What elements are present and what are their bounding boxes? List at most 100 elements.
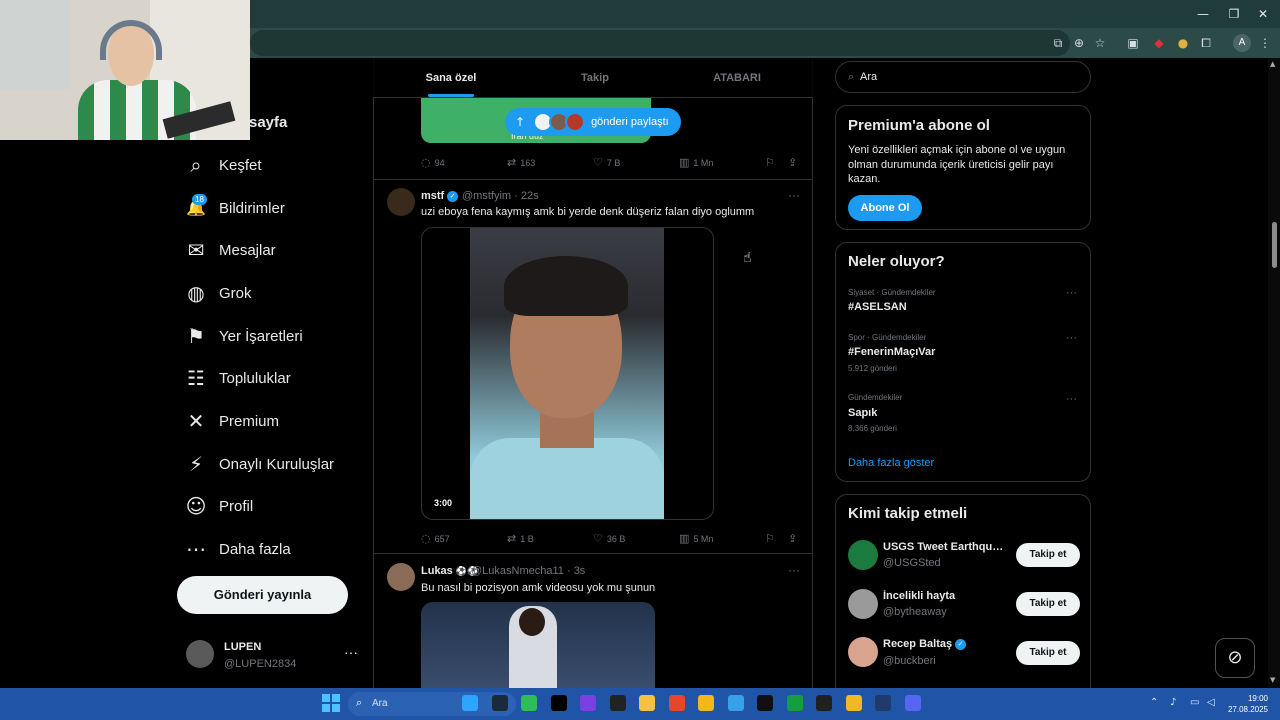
follow-button[interactable]: Takip et: [1016, 543, 1080, 567]
nav-item-more[interactable]: ⋯ Daha fazla: [184, 531, 291, 567]
share-button[interactable]: ⇪: [788, 532, 797, 545]
nav-item-grok[interactable]: ◍ Grok: [184, 275, 251, 311]
taskbar-app-icon[interactable]: [639, 695, 655, 711]
trend-more-icon[interactable]: ···: [1066, 287, 1077, 299]
tweet-author-name[interactable]: mstf ✓: [421, 190, 459, 202]
like-button[interactable]: ♡ 36 B: [593, 532, 625, 545]
taskbar-app-icon[interactable]: [845, 695, 862, 711]
nav-home-label[interactable]: sayfa: [249, 114, 287, 131]
views-button[interactable]: ▥ 1 Mn: [679, 156, 713, 169]
bookmark-button[interactable]: ⚐: [765, 156, 775, 169]
tab-atabari[interactable]: ATABARI: [699, 58, 775, 98]
suggested-user-name[interactable]: Recep Baltaş ✓: [883, 638, 1009, 650]
trend-more-icon[interactable]: ···: [1066, 332, 1077, 344]
nav-item-premium[interactable]: ✕ Premium: [184, 403, 279, 439]
nav-item-verified-orgs[interactable]: ⚡ Onaylı Kuruluşlar: [184, 446, 334, 482]
handle-text: @LukasNmecha11: [471, 565, 564, 577]
views-button[interactable]: ▥ 5 Mn: [679, 532, 713, 545]
account-switcher[interactable]: LUPEN @LUPEN2834 ···: [186, 640, 366, 672]
browser-profile-avatar[interactable]: A: [1233, 34, 1251, 52]
show-more-link[interactable]: Daha fazla göster: [848, 457, 934, 469]
reply-button[interactable]: ◌ 657: [421, 532, 450, 545]
suggested-user-name[interactable]: İncelikli hayta: [883, 590, 1009, 602]
network-icon[interactable]: ▭: [1190, 697, 1199, 708]
avatar[interactable]: [848, 540, 878, 570]
more-icon[interactable]: ···: [344, 644, 358, 660]
address-bar[interactable]: [250, 30, 1070, 56]
subscribe-button[interactable]: Abone Ol: [848, 195, 922, 221]
scrollbar-thumb[interactable]: [1272, 222, 1277, 268]
chevron-up-icon[interactable]: ⌃: [1150, 697, 1158, 708]
tweet-author-handle[interactable]: @mstfyim · 22s: [462, 190, 539, 202]
follow-button[interactable]: Takip et: [1016, 592, 1080, 616]
taskbar-app-icon[interactable]: [609, 695, 626, 711]
shield-icon[interactable]: ◆: [1150, 34, 1168, 52]
tab-following[interactable]: Takip: [557, 58, 633, 98]
follow-button[interactable]: Takip et: [1016, 641, 1080, 665]
volume-icon[interactable]: ◁: [1207, 697, 1215, 708]
taskbar-date[interactable]: 27.08.2025: [1222, 705, 1268, 714]
windows-start-icon[interactable]: [322, 694, 340, 712]
close-window-button[interactable]: ✕: [1246, 4, 1280, 24]
scroll-up-icon[interactable]: ▲: [1270, 60, 1275, 68]
taskbar-app-icon[interactable]: [698, 695, 714, 711]
taskbar-app-icon[interactable]: [727, 695, 744, 711]
tab-for-you[interactable]: Sana özel: [413, 58, 489, 98]
nav-item-messages[interactable]: ✉ Mesajlar: [184, 232, 276, 268]
taskbar-app-icon[interactable]: [550, 695, 567, 711]
taskbar-app-icon[interactable]: [580, 695, 596, 711]
share-button[interactable]: ⇪: [788, 156, 797, 169]
retweet-button[interactable]: ⇄ 1 B: [507, 532, 534, 545]
like-button[interactable]: ♡ 7 B: [593, 156, 620, 169]
reply-button[interactable]: ◌ 94: [421, 156, 445, 169]
taskbar-app-icon[interactable]: [491, 695, 508, 711]
tweet-more-icon[interactable]: ···: [788, 563, 800, 577]
trend-more-icon[interactable]: ···: [1066, 393, 1077, 405]
grok-float-button[interactable]: ⊘: [1215, 638, 1255, 678]
avatar[interactable]: [848, 589, 878, 619]
microphone-icon[interactable]: ♪: [1170, 697, 1176, 708]
minimize-button[interactable]: —: [1186, 4, 1220, 24]
trend-name[interactable]: #ASELSAN: [848, 301, 907, 313]
taskbar-search[interactable]: ⌕ Ara: [348, 692, 516, 716]
tweet-video[interactable]: 3:00: [421, 227, 714, 520]
post-button[interactable]: Gönderi yayınla: [177, 576, 348, 614]
search-input[interactable]: ⌕ Ara: [835, 61, 1091, 93]
tweet-author-name[interactable]: Lukas ⚽⚽: [421, 565, 478, 577]
retweet-button[interactable]: ⇄ 163: [507, 156, 535, 169]
taskbar-app-icon[interactable]: [786, 695, 803, 711]
taskbar-app-icon[interactable]: [462, 695, 478, 711]
tweet-image[interactable]: [421, 602, 655, 692]
nav-item-bookmarks[interactable]: ⚑ Yer İşaretleri: [184, 318, 303, 354]
nav-item-communities[interactable]: ☷ Topluluklar: [184, 360, 291, 396]
star-icon[interactable]: ☆: [1091, 34, 1109, 52]
avatar[interactable]: [387, 188, 415, 216]
retweet-count: 1 B: [520, 533, 534, 544]
nav-item-profile[interactable]: ☺ Profil: [184, 488, 254, 524]
avatar[interactable]: [387, 563, 415, 591]
zoom-icon[interactable]: ⊕: [1070, 34, 1088, 52]
nav-item-explore[interactable]: ⌕ Keşfet: [184, 147, 261, 183]
taskbar-app-icon[interactable]: [816, 695, 832, 711]
new-posts-pill[interactable]: ↑ gönderi paylaştı: [505, 108, 681, 136]
browser-menu-icon[interactable]: ⋮: [1256, 34, 1274, 52]
suggested-user-name[interactable]: USGS Tweet Earthquake Dispatch: [883, 541, 1009, 553]
taskbar-app-icon[interactable]: [668, 695, 685, 711]
taskbar-app-icon[interactable]: [904, 695, 921, 711]
tweet-author-handle[interactable]: @LukasNmecha11 · 3s: [471, 565, 585, 577]
puzzle-icon[interactable]: ⧠: [1197, 34, 1215, 52]
cast-icon[interactable]: ⧉: [1049, 34, 1067, 52]
scroll-down-icon[interactable]: ▼: [1270, 676, 1275, 684]
taskbar-time[interactable]: 19:00: [1238, 694, 1268, 703]
bookmark-button[interactable]: ⚐: [765, 532, 775, 545]
taskbar-app-icon[interactable]: [521, 695, 537, 711]
ad-block-icon[interactable]: ●: [1174, 34, 1192, 52]
taskbar-app-icon[interactable]: [875, 695, 891, 711]
avatar[interactable]: [848, 637, 878, 667]
page-scrollbar[interactable]: [1268, 58, 1280, 688]
extension-icon[interactable]: ▣: [1124, 34, 1142, 52]
taskbar-app-icon[interactable]: [757, 695, 773, 711]
trend-name[interactable]: #FenerinMaçıVar: [848, 346, 935, 358]
trend-name[interactable]: Sapık: [848, 407, 877, 419]
tweet-more-icon[interactable]: ···: [788, 188, 800, 202]
